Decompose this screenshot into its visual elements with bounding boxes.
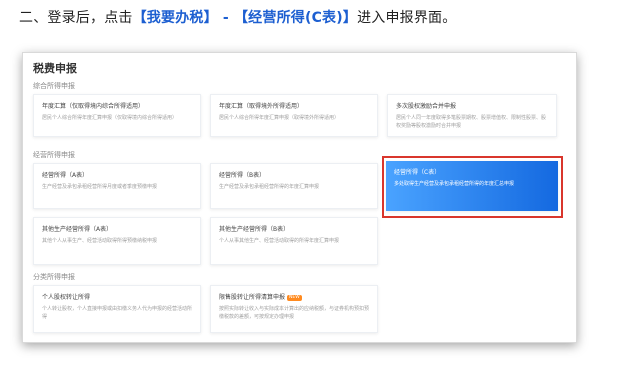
tax-filing-panel: 税费申报 综合所得申报 年度汇算（仅取得境内综合所得适用） 居民个人综合所得年度… — [22, 52, 577, 343]
card-annual-domestic[interactable]: 年度汇算（仅取得境内综合所得适用） 居民个人综合所得年度汇算申报（仅取得境内综合… — [33, 94, 201, 137]
card-title: 经营所得（C表） — [394, 169, 441, 176]
card-description: 其他个人从事生产、经营活动取得所得预缴纳税申报 — [42, 238, 158, 244]
section-label-business: 经营所得申报 — [33, 151, 75, 159]
card-equity-transfer[interactable]: 个人股权转让所得 个人转让股权，个人直接申报或由扣缴义务人代为申报的经营活动所得 — [33, 285, 201, 333]
card-title: 经营所得（B表） — [219, 172, 266, 179]
card-description: 居民个人综合所得年度汇算申报（仅取得境内综合所得适用） — [42, 115, 178, 121]
card-description: 个人从事其他生产、经营活动取得的所得年度汇算申报 — [219, 238, 340, 244]
card-description: 居民个人综合所得年度汇算申报（取得境外所得适用） — [219, 115, 340, 121]
card-title: 其他生产经营所得（B表） — [219, 226, 290, 233]
card-description: 个人转让股权，个人直接申报或由扣缴义务人代为申报的经营活动所得 — [42, 306, 193, 320]
instruction-dash: - — [217, 10, 234, 26]
card-restricted-stock[interactable]: 限售股转让所得清算申报 NEW 按照实际转让收入与实际成本计算出的应纳税额，与证券… — [210, 285, 378, 333]
card-description: 生产经营及承包承租经营所得的年度汇算申报 — [219, 184, 320, 190]
card-business-b[interactable]: 经营所得（B表） 生产经营及承包承租经营所得的年度汇算申报 — [210, 163, 378, 209]
card-description: 生产经营及承包承租经营所得月度或者季度预缴申报 — [42, 184, 158, 190]
panel-title: 税费申报 — [33, 62, 77, 75]
section-label-comprehensive: 综合所得申报 — [33, 82, 75, 90]
card-business-a[interactable]: 经营所得（A表） 生产经营及承包承租经营所得月度或者季度预缴申报 — [33, 163, 201, 209]
card-business-c[interactable]: 经营所得（C表） 多处取得生产经营及承包承租经营所得的年度汇总申报 — [386, 161, 558, 211]
instruction-prefix: 二、登录后，点击 — [19, 10, 133, 26]
card-equity-incentive[interactable]: 多次股权激励合并申报 居民个人同一年度取得多笔股票期权、股票增值权、限制性股票、… — [387, 94, 557, 137]
card-description: 按照实际转让收入与实际成本计算出的应纳税额，与证券机构预扣预缴税款的差额，可按规… — [219, 306, 370, 320]
card-title: 多次股权激励合并申报 — [396, 103, 457, 110]
card-description: 居民个人同一年度取得多笔股票期权、股票增值权、限制性股票、股权奖励等股权激励时合… — [396, 115, 547, 129]
section-label-categorized: 分类所得申报 — [33, 273, 75, 281]
instruction-highlight-c-form: 【经营所得(C表)】 — [233, 10, 358, 26]
card-title-row: 限售股转让所得清算申报 NEW — [219, 292, 369, 301]
instruction-highlight-tax: 【我要办税】 — [132, 10, 218, 26]
card-description: 多处取得生产经营及承包承租经营所得的年度汇总申报 — [394, 181, 515, 187]
card-other-business-b[interactable]: 其他生产经营所得（B表） 个人从事其他生产、经营活动取得的所得年度汇算申报 — [210, 217, 378, 265]
instruction-text: 二、登录后，点击【我要办税】 - 【经营所得(C表)】进入申报界面。 — [19, 7, 456, 27]
new-badge: NEW — [287, 294, 302, 301]
card-annual-overseas[interactable]: 年度汇算（取得境外所得适用） 居民个人综合所得年度汇算申报（取得境外所得适用） — [210, 94, 378, 137]
card-title: 年度汇算（取得境外所得适用） — [219, 103, 304, 110]
card-title: 其他生产经营所得（A表） — [42, 226, 113, 233]
card-title: 经营所得（A表） — [42, 172, 89, 179]
instruction-suffix: 进入申报界面。 — [357, 10, 457, 26]
card-title: 限售股转让所得清算申报 — [219, 294, 286, 301]
card-title: 年度汇算（仅取得境内综合所得适用） — [42, 103, 145, 110]
card-other-business-a[interactable]: 其他生产经营所得（A表） 其他个人从事生产、经营活动取得所得预缴纳税申报 — [33, 217, 201, 265]
card-title: 个人股权转让所得 — [42, 294, 91, 301]
